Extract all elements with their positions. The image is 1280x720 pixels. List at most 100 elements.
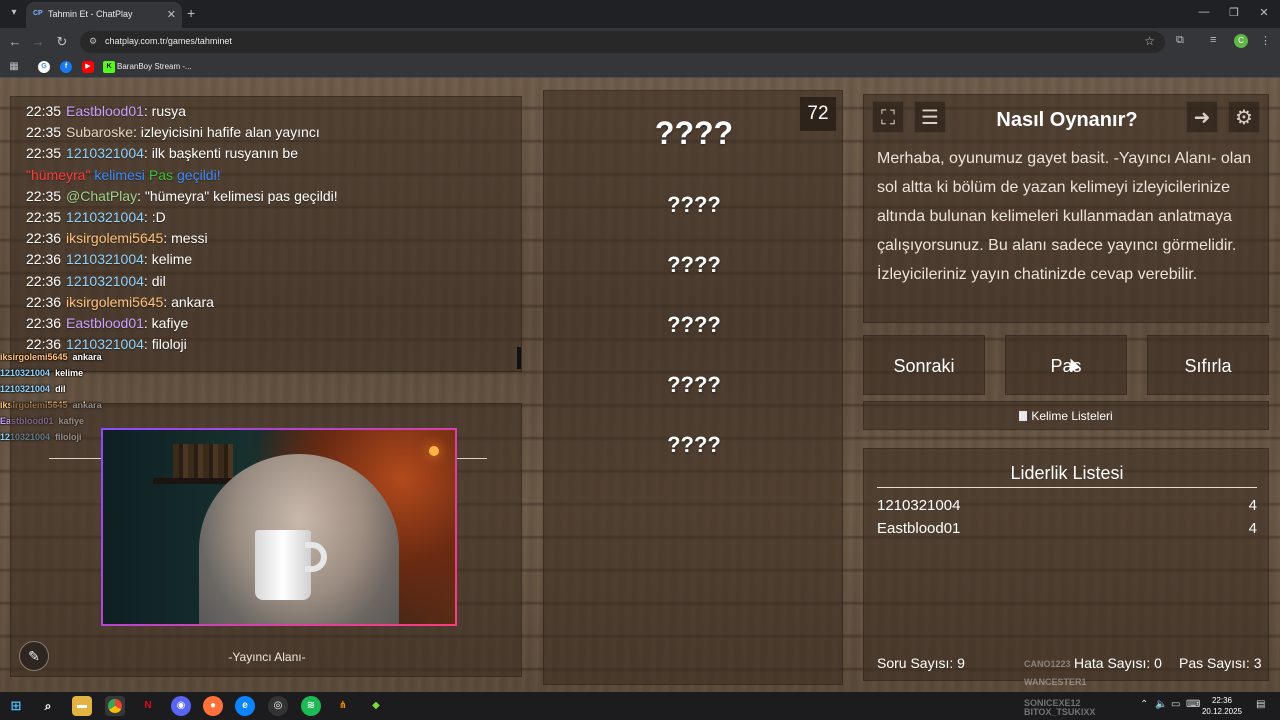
chat-scrollbar[interactable] xyxy=(517,347,521,369)
chat-username[interactable]: 1210321004 xyxy=(66,209,144,225)
document-icon xyxy=(1019,411,1028,421)
chat-message: 22:35 Eastblood01: rusya xyxy=(26,103,186,119)
chat-message: 22:36 1210321004: kelime xyxy=(26,251,193,268)
youtube-icon[interactable]: ▶ xyxy=(82,61,94,73)
chat-timestamp: 22:35 xyxy=(26,187,62,204)
netflix-icon[interactable]: N xyxy=(138,696,158,716)
chat-username[interactable]: 1210321004 xyxy=(66,251,144,267)
overlay-text: dil xyxy=(55,384,66,394)
chat-username[interactable]: @ChatPlay xyxy=(66,188,137,204)
app-icon[interactable]: ⋔ xyxy=(333,696,353,716)
new-tab-button[interactable]: + xyxy=(187,5,195,21)
site-info-icon[interactable]: ⚙ xyxy=(89,36,100,47)
profile-avatar[interactable]: C xyxy=(1234,34,1248,48)
reset-button[interactable]: Sıfırla xyxy=(1147,335,1269,395)
overlay-username: 1210321004 xyxy=(0,384,51,394)
spotify-icon[interactable]: ≋ xyxy=(301,696,321,716)
pass-button[interactable]: Pas xyxy=(1005,335,1127,395)
overlay-message: 1210321004 dil xyxy=(0,381,102,397)
webcam-video xyxy=(101,428,457,626)
minimize-icon[interactable]: — xyxy=(1194,6,1214,18)
extensions-icon[interactable]: ⧉ xyxy=(1176,34,1184,47)
chat-username[interactable]: iksirgolemi5645 xyxy=(66,230,163,246)
chat-text: ankara xyxy=(171,293,214,310)
chat-timestamp: 22:36 xyxy=(26,315,62,332)
file-explorer-icon[interactable]: ▬ xyxy=(72,696,92,716)
address-bar[interactable]: ⚙ chatplay.com.tr/games/tahminet ☆ xyxy=(80,31,1165,53)
clock-time: 22:36 xyxy=(1211,696,1233,705)
apps-icon[interactable]: ▦ xyxy=(8,61,20,73)
chat-text: dil xyxy=(151,272,166,289)
chat-timestamp: 22:36 xyxy=(26,251,62,268)
facebook-icon[interactable]: f xyxy=(60,61,72,73)
chat-message: "hümeyra" kelimesi Pas geçildi! xyxy=(26,165,338,186)
search-icon[interactable]: ⌕ xyxy=(38,696,58,716)
player-score: 4 xyxy=(1248,520,1257,537)
chat-timestamp: 22:35 xyxy=(26,124,62,141)
close-icon[interactable]: ✕ xyxy=(167,8,176,21)
chat-text: kafiye xyxy=(151,315,189,332)
next-button[interactable]: Sonraki xyxy=(863,335,985,395)
display-icon[interactable]: ▭ xyxy=(1171,699,1180,710)
chat-text: rusya xyxy=(151,103,186,119)
menu-icon[interactable]: ⋮ xyxy=(1260,34,1271,47)
streamer-area: ✎ -Yayıncı Alanı- xyxy=(10,403,522,677)
window-close-icon[interactable]: ✕ xyxy=(1254,6,1274,19)
tab-active[interactable]: CP Tahmin Et - ChatPlay ✕ xyxy=(26,2,182,28)
chat-username[interactable]: Eastblood01 xyxy=(66,315,144,331)
leaderboard-row: 1210321004 4 xyxy=(877,497,1257,514)
leaderboard-title: Liderlik Listesi xyxy=(1010,463,1124,483)
edge-icon[interactable]: e xyxy=(235,696,255,716)
pass-count: Pas Sayısı: 3 xyxy=(1179,655,1262,671)
streamer-area-label: -Yayıncı Alanı- xyxy=(228,650,306,664)
chat-username[interactable]: Eastblood01 xyxy=(66,103,144,119)
word-lists-button[interactable]: Kelime Listeleri xyxy=(863,401,1269,430)
notifications-icon[interactable]: ▤ xyxy=(1256,699,1265,710)
chat-username[interactable]: Subaroske xyxy=(66,124,133,140)
chat-message: 22:35 Subaroske: izleyicisini hafife alan… xyxy=(26,124,320,141)
chat-text: geçildi! xyxy=(177,166,221,183)
system-clock[interactable]: 22:36 20.12.2025 xyxy=(1198,695,1246,717)
error-count: Hata Sayısı: 0 xyxy=(1074,655,1162,671)
discord-icon[interactable]: ◉ xyxy=(171,696,191,716)
divider xyxy=(877,487,1257,488)
reload-icon[interactable]: ↻ xyxy=(54,34,70,50)
overlay-name: BITOX_TSUKIXX xyxy=(1024,707,1096,717)
player-name: 1210321004 xyxy=(877,497,961,514)
kick-icon[interactable]: K xyxy=(103,61,115,73)
chat-timestamp: 22:35 xyxy=(26,145,62,162)
chat-username[interactable]: 1210321004 xyxy=(66,145,144,161)
bookmark-label[interactable]: BaranBoy Stream -... xyxy=(117,62,192,71)
restore-icon[interactable]: ❐ xyxy=(1224,6,1244,19)
app-icon[interactable]: ◆ xyxy=(366,696,386,716)
chat-message: 22:36 1210321004: dil xyxy=(26,272,166,289)
tab-bar: ▾ CP Tahmin Et - ChatPlay ✕ + — ❐ ✕ xyxy=(0,0,1280,28)
bookmark-star-icon[interactable]: ☆ xyxy=(1144,34,1155,48)
url-text[interactable]: chatplay.com.tr/games/tahminet xyxy=(105,36,232,46)
chat-username[interactable]: iksirgolemi5645 xyxy=(66,294,163,310)
chrome-icon[interactable] xyxy=(105,696,125,716)
volume-icon[interactable]: 🔈 xyxy=(1155,699,1167,710)
leaderboard-panel: Liderlik Listesi 1210321004 4 Eastblood0… xyxy=(863,448,1269,687)
bookmarks-bar: ▦ G f ▶ K BaranBoy Stream -... xyxy=(0,56,1280,78)
chat-username[interactable]: "hümeyra" xyxy=(26,167,90,183)
windows-start-icon[interactable]: ⊞ xyxy=(6,696,26,716)
question-count: Soru Sayısı: 9 xyxy=(877,655,965,671)
overlay-name: CANO1223 xyxy=(1024,659,1071,669)
firefox-icon[interactable]: ● xyxy=(203,696,223,716)
chat-username[interactable]: 1210321004 xyxy=(66,273,144,289)
player-name: Eastblood01 xyxy=(877,520,961,537)
forbidden-word: ???? xyxy=(667,432,721,457)
tab-search-icon[interactable]: ▾ xyxy=(6,5,22,21)
chevron-up-icon[interactable]: ⌃ xyxy=(1140,699,1148,710)
back-icon[interactable]: ← xyxy=(7,34,23,50)
google-icon[interactable]: G xyxy=(38,61,50,73)
chat-text: :D xyxy=(151,209,166,226)
obs-icon[interactable]: ◎ xyxy=(268,696,288,716)
forward-icon[interactable]: → xyxy=(30,34,46,50)
media-controls-icon[interactable]: ≡ xyxy=(1210,34,1216,46)
chat-message: 22:35 1210321004: ilk başkenti rusyanın b… xyxy=(26,145,299,162)
how-to-play-text: Merhaba, oyunumuz gayet basit. -Yayıncı … xyxy=(877,150,1252,283)
forbidden-word: ???? xyxy=(667,312,721,337)
chat-timestamp: 22:35 xyxy=(26,103,62,119)
